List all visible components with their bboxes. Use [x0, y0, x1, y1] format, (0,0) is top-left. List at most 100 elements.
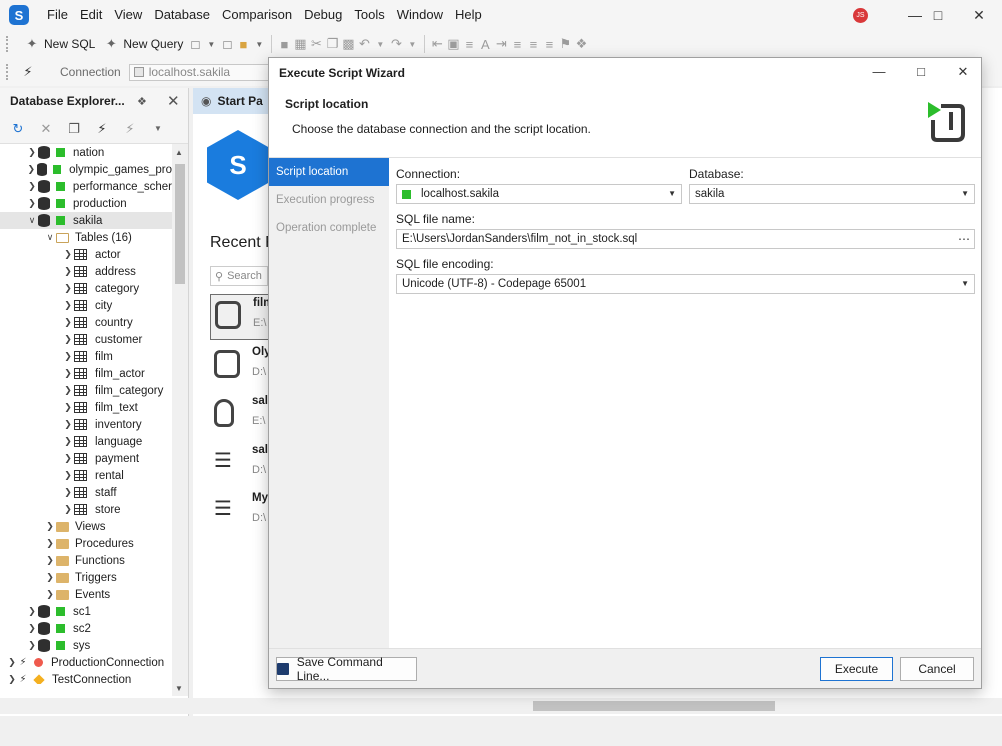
tree-node-table[interactable]: ❯ address: [0, 263, 172, 280]
align-icon[interactable]: ≡: [509, 36, 525, 52]
cancel-button[interactable]: Cancel: [900, 657, 974, 681]
tree-node-table[interactable]: ❯ film: [0, 348, 172, 365]
collapse-arrow-icon[interactable]: ∨: [44, 232, 56, 243]
tree-node-connection[interactable]: ❯ ⚡ ProductionConnection: [0, 654, 172, 671]
sql-file-name-input[interactable]: E:\Users\JordanSanders\film_not_in_stock…: [396, 229, 975, 249]
collapse-arrow-icon[interactable]: ∨: [26, 215, 38, 226]
maximize-icon[interactable]: □: [915, 0, 961, 30]
expand-arrow-icon[interactable]: ❯: [62, 470, 74, 481]
expand-arrow-icon[interactable]: ❯: [26, 623, 38, 634]
tree-node-table[interactable]: ❯ category: [0, 280, 172, 297]
undo-icon[interactable]: ↶: [356, 36, 372, 52]
recent-item[interactable]: sal E:\: [210, 393, 270, 439]
cut-icon[interactable]: ✂: [308, 36, 324, 52]
menu-database[interactable]: Database: [148, 0, 216, 30]
expand-arrow-icon[interactable]: ❯: [44, 572, 56, 583]
tree-node-table[interactable]: ❯ actor: [0, 246, 172, 263]
dropdown-chevron-icon[interactable]: ▼: [150, 121, 166, 137]
redo-icon[interactable]: ↷: [388, 36, 404, 52]
close-icon[interactable]: ✕: [956, 0, 1002, 30]
tree-node-database[interactable]: ❯ sys: [0, 637, 172, 654]
dropdown-chevron-icon[interactable]: ▼: [203, 36, 219, 52]
dropdown-chevron-icon[interactable]: ▼: [251, 36, 267, 52]
tree-node-database[interactable]: ❯ performance_scher: [0, 178, 172, 195]
dropdown-chevron-icon[interactable]: ▼: [372, 36, 388, 52]
recent-search-input[interactable]: ⚲ Search: [210, 266, 268, 286]
sql-file-encoding-dropdown[interactable]: Unicode (UTF-8) - Codepage 65001 ▼: [396, 274, 975, 294]
tree-node-folder[interactable]: ❯ Procedures: [0, 535, 172, 552]
duplicate-icon[interactable]: ❐: [66, 121, 82, 137]
expand-arrow-icon[interactable]: ❯: [44, 521, 56, 532]
wizard-nav-execution-progress[interactable]: Execution progress: [269, 186, 389, 214]
tree-node-table[interactable]: ❯ city: [0, 297, 172, 314]
expand-arrow-icon[interactable]: ❯: [44, 555, 56, 566]
expand-arrow-icon[interactable]: ❯: [62, 436, 74, 447]
expand-arrow-icon[interactable]: ❯: [62, 402, 74, 413]
menu-help[interactable]: Help: [449, 0, 488, 30]
save-all-icon[interactable]: ▦: [292, 36, 308, 52]
start-page-horizontal-scrollbar[interactable]: [193, 698, 1002, 714]
tree-node-folder[interactable]: ❯ Functions: [0, 552, 172, 569]
recent-item[interactable]: Oly D:\: [210, 344, 271, 390]
expand-arrow-icon[interactable]: ❯: [26, 640, 38, 651]
tree-node-database[interactable]: ❯ nation: [0, 144, 172, 161]
tree-node-table[interactable]: ❯ film_actor: [0, 365, 172, 382]
menu-comparison[interactable]: Comparison: [216, 0, 298, 30]
menu-tools[interactable]: Tools: [348, 0, 390, 30]
tree-node-database[interactable]: ❯ sc1: [0, 603, 172, 620]
bookmark-icon[interactable]: ⚑: [557, 36, 573, 52]
new-file-icon[interactable]: □: [219, 36, 235, 52]
maximize-icon[interactable]: □: [911, 64, 931, 79]
recent-item[interactable]: ☰ sal D:\: [210, 442, 270, 488]
expand-arrow-icon[interactable]: ❯: [44, 538, 56, 549]
disconnect-icon[interactable]: ⚡: [122, 121, 138, 137]
expand-arrow-icon[interactable]: ❯: [26, 606, 38, 617]
pin-icon[interactable]: ❖: [137, 95, 147, 108]
uncomment-icon[interactable]: ≡: [541, 36, 557, 52]
tree-node-table[interactable]: ❯ rental: [0, 467, 172, 484]
expand-arrow-icon[interactable]: ❯: [62, 317, 74, 328]
expand-arrow-icon[interactable]: ❯: [62, 504, 74, 515]
uppercase-icon[interactable]: A: [477, 36, 493, 52]
recent-item[interactable]: film E:\: [210, 294, 273, 340]
tree-node-table[interactable]: ❯ customer: [0, 331, 172, 348]
wizard-nav-script-location[interactable]: Script location: [269, 158, 389, 186]
database-dropdown[interactable]: sakila ▼: [689, 184, 975, 204]
comment-icon[interactable]: ≡: [525, 36, 541, 52]
expand-arrow-icon[interactable]: ❯: [62, 334, 74, 345]
tree-node-connection[interactable]: ❯ ⚡ TestConnection: [0, 671, 172, 684]
outdent-icon[interactable]: ⇤: [429, 36, 445, 52]
menu-view[interactable]: View: [108, 0, 148, 30]
tree-node-folder[interactable]: ❯ Views: [0, 518, 172, 535]
expand-arrow-icon[interactable]: ❯: [62, 249, 74, 260]
close-icon[interactable]: ✕: [953, 64, 973, 80]
delete-icon[interactable]: ✕: [38, 121, 54, 137]
expand-arrow-icon[interactable]: ❯: [62, 283, 74, 294]
tree-node-table[interactable]: ❯ staff: [0, 484, 172, 501]
save-command-line-button[interactable]: Save Command Line...: [276, 655, 417, 683]
scroll-up-icon[interactable]: ▲: [175, 148, 183, 157]
tab-start-page[interactable]: ◉ Start Pa: [193, 88, 277, 114]
expand-arrow-icon[interactable]: ❯: [62, 300, 74, 311]
expand-arrow-icon[interactable]: ❯: [62, 266, 74, 277]
tree-node-table[interactable]: ❯ inventory: [0, 416, 172, 433]
save-icon[interactable]: ■: [276, 36, 292, 52]
tree-node-folder[interactable]: ❯ Triggers: [0, 569, 172, 586]
expand-arrow-icon[interactable]: ❯: [6, 657, 18, 668]
connection-dropdown[interactable]: localhost.sakila ▼: [396, 184, 682, 204]
open-folder-icon[interactable]: ■: [235, 36, 251, 52]
new-connection-icon[interactable]: ⚡: [94, 121, 110, 137]
tree-node-folder[interactable]: ❯ Events: [0, 586, 172, 603]
expand-arrow-icon[interactable]: ❯: [62, 385, 74, 396]
tree-node-database[interactable]: ❯ production: [0, 195, 172, 212]
expand-arrow-icon[interactable]: ❯: [62, 419, 74, 430]
refresh-icon[interactable]: ↻: [10, 121, 26, 137]
toolbar-grip[interactable]: [6, 36, 10, 52]
paste-icon[interactable]: ▩: [340, 36, 356, 52]
wizard-nav-operation-complete[interactable]: Operation complete: [269, 214, 389, 242]
tree-node-table[interactable]: ❯ payment: [0, 450, 172, 467]
menu-file[interactable]: File: [41, 0, 74, 30]
expand-arrow-icon[interactable]: ❯: [62, 487, 74, 498]
tree-node-sakila[interactable]: ∨ sakila: [0, 212, 172, 229]
copy-icon[interactable]: ❐: [324, 36, 340, 52]
